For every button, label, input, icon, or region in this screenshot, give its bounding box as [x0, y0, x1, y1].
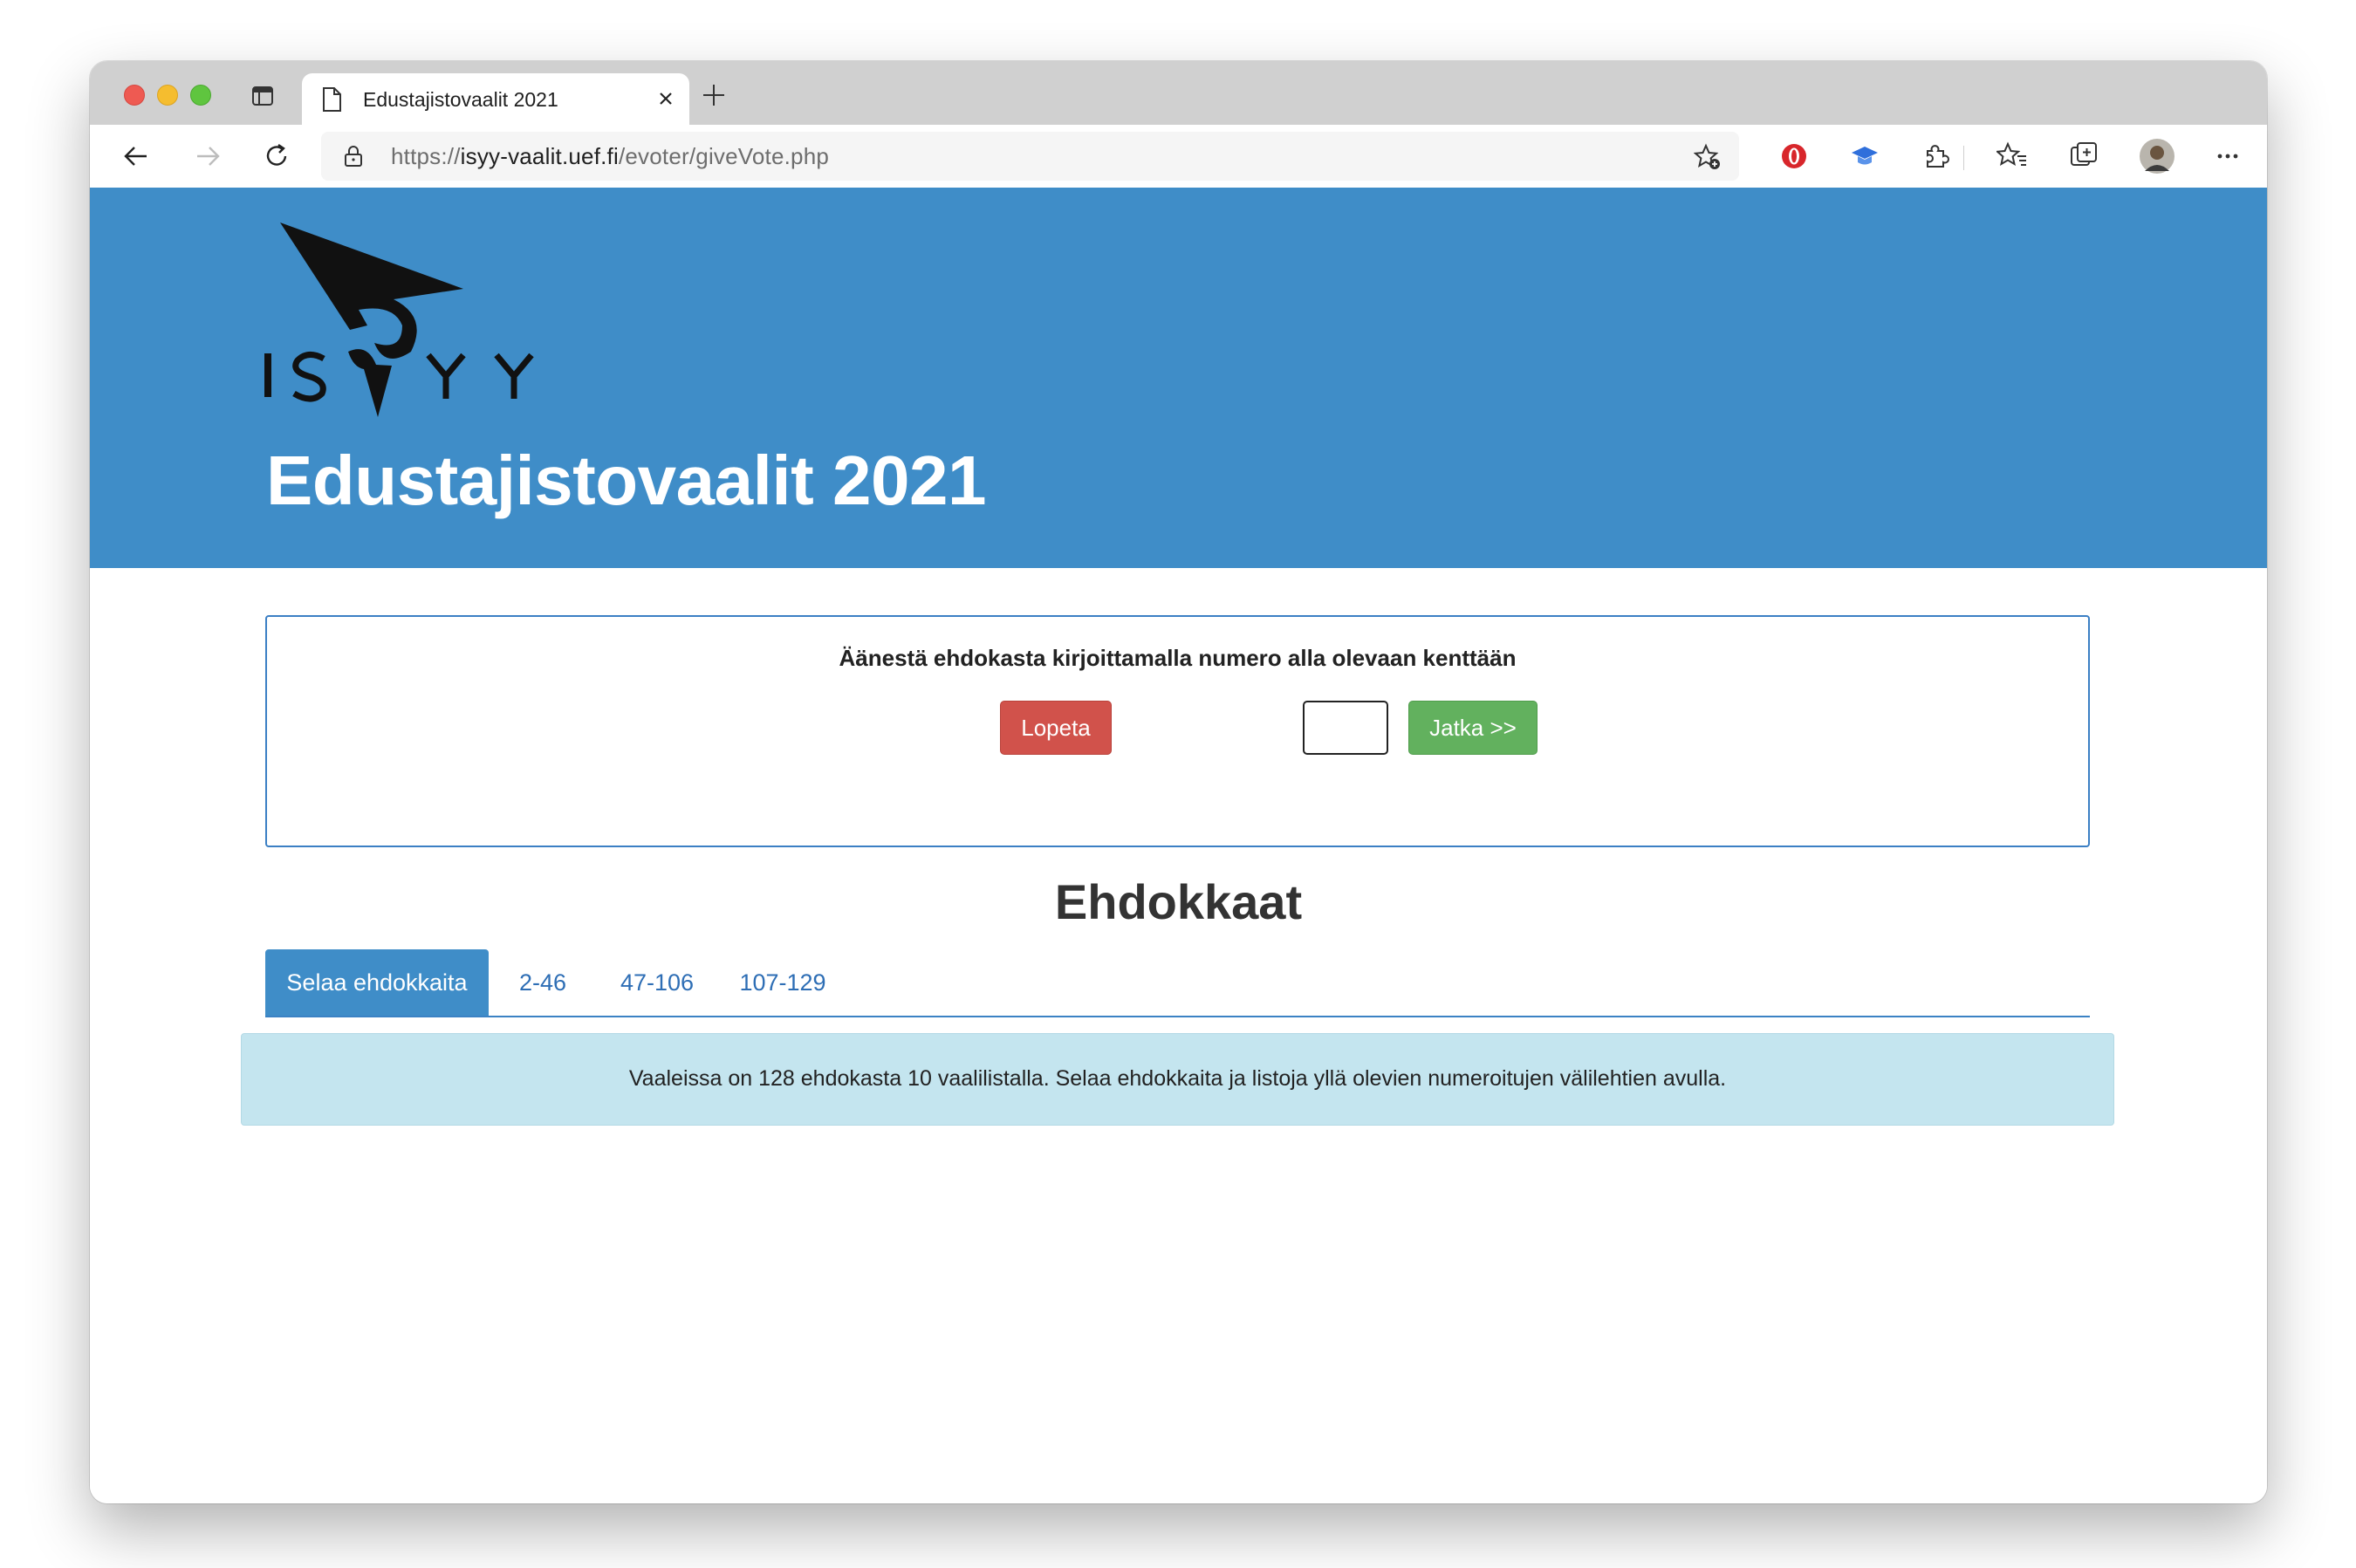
- collections-icon[interactable]: [2068, 140, 2099, 172]
- candidate-tabs: Selaa ehdokkaita 2-46 47-106 107-129: [265, 949, 2090, 1017]
- browser-window: Edustajistovaalit 2021 https://isyy-vaal…: [90, 61, 2267, 1503]
- tab-2-46[interactable]: 2-46: [489, 949, 597, 1016]
- close-window-button[interactable]: [124, 85, 145, 106]
- site-header: Edustajistovaalit 2021: [90, 188, 2267, 568]
- favorites-icon[interactable]: [1996, 140, 2028, 172]
- reload-icon[interactable]: [261, 140, 292, 172]
- info-text: Vaaleissa on 128 ehdokasta 10 vaalilista…: [628, 1066, 1727, 1091]
- tab-actions-icon[interactable]: [251, 85, 274, 107]
- graduation-cap-extension-icon[interactable]: [1849, 140, 1880, 172]
- url-text[interactable]: https://isyy-vaalit.uef.fi/evoter/giveVo…: [391, 143, 829, 170]
- profile-avatar[interactable]: [2139, 138, 2175, 175]
- isyy-logo[interactable]: [263, 221, 542, 418]
- candidate-number-input[interactable]: [1303, 701, 1388, 755]
- forward-arrow-icon[interactable]: [192, 140, 223, 172]
- info-alert: Vaaleissa on 128 ehdokasta 10 vaalilista…: [241, 1033, 2114, 1126]
- address-bar[interactable]: https://isyy-vaalit.uef.fi/evoter/giveVo…: [321, 132, 1739, 181]
- extensions-puzzle-icon[interactable]: [1921, 140, 1952, 172]
- page-icon: [323, 87, 341, 112]
- browser-tab[interactable]: Edustajistovaalit 2021: [302, 73, 689, 125]
- page-title: Edustajistovaalit 2021: [266, 442, 986, 519]
- minimize-window-button[interactable]: [157, 85, 178, 106]
- candidates-heading: Ehdokkaat: [1054, 874, 1303, 929]
- maximize-window-button[interactable]: [190, 85, 211, 106]
- tab-title: Edustajistovaalit 2021: [363, 88, 558, 111]
- toolbar-separator: [1963, 146, 1964, 170]
- back-arrow-icon[interactable]: [120, 140, 152, 172]
- close-tab-icon[interactable]: [656, 89, 675, 108]
- web-page: Edustajistovaalit 2021 Äänestä ehdokasta…: [90, 188, 2267, 1503]
- continue-button[interactable]: Jatka >>: [1408, 701, 1538, 755]
- opera-extension-icon[interactable]: [1778, 140, 1810, 172]
- vote-panel: Äänestä ehdokasta kirjoittamalla numero …: [265, 615, 2090, 847]
- tab-47-106[interactable]: 47-106: [597, 949, 717, 1016]
- lock-icon[interactable]: [344, 145, 363, 168]
- vote-instruction: Äänestä ehdokasta kirjoittamalla numero …: [839, 645, 1517, 671]
- tab-browse-candidates[interactable]: Selaa ehdokkaita: [265, 949, 489, 1016]
- add-favorite-icon[interactable]: [1694, 143, 1722, 171]
- more-options-icon[interactable]: [2212, 140, 2243, 172]
- stop-button[interactable]: Lopeta: [1000, 701, 1112, 755]
- address-toolbar: https://isyy-vaalit.uef.fi/evoter/giveVo…: [90, 125, 2267, 188]
- tab-strip: Edustajistovaalit 2021: [90, 61, 2267, 125]
- new-tab-icon[interactable]: [701, 82, 727, 108]
- tab-107-129[interactable]: 107-129: [717, 949, 848, 1016]
